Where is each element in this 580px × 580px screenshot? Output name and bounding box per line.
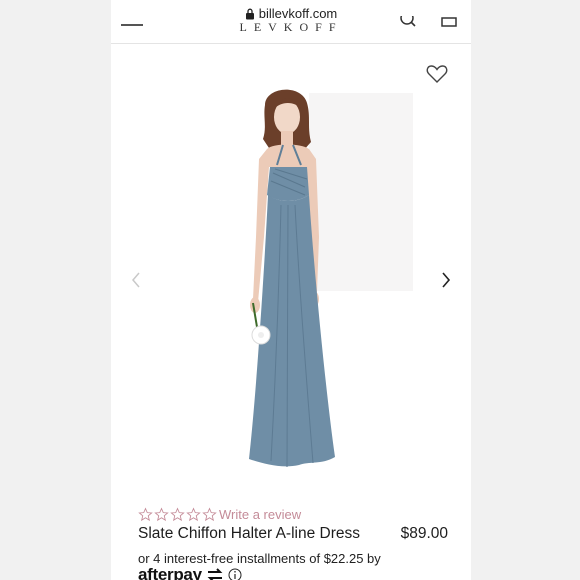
product-title-row: Slate Chiffon Halter A-line Dress $89.00 — [138, 525, 448, 543]
installment-info: or 4 interest-free installments of $22.2… — [138, 551, 381, 566]
star-icon[interactable] — [202, 506, 217, 522]
carousel-next-icon[interactable] — [441, 272, 451, 293]
product-name: Slate Chiffon Halter A-line Dress — [138, 525, 360, 542]
product-image-carousel[interactable] — [111, 45, 471, 495]
model-in-dress-photo — [249, 89, 335, 468]
star-icon[interactable] — [154, 506, 169, 522]
star-icon[interactable] — [138, 506, 153, 522]
shopping-bag-icon[interactable] — [439, 16, 459, 35]
star-icon[interactable] — [170, 506, 185, 522]
star-icon[interactable] — [186, 506, 201, 522]
info-icon[interactable] — [228, 568, 242, 580]
afterpay-row: afterpay — [138, 565, 242, 580]
site-header: LEVKOFF — [111, 11, 471, 44]
afterpay-logo[interactable]: afterpay — [138, 565, 202, 580]
mobile-page: billevkoff.com LEVKOFF Write a review Sl… — [111, 0, 471, 580]
rating-row: Write a review — [138, 505, 301, 523]
lock-icon — [245, 8, 255, 20]
browser-url-text: billevkoff.com — [258, 6, 338, 21]
favorite-heart-icon[interactable] — [426, 64, 448, 89]
write-review-link[interactable]: Write a review — [219, 507, 301, 522]
search-icon[interactable] — [399, 11, 419, 35]
carousel-prev-icon[interactable] — [131, 272, 141, 293]
product-price: $89.00 — [400, 525, 448, 542]
afterpay-arrows-icon — [207, 568, 223, 580]
